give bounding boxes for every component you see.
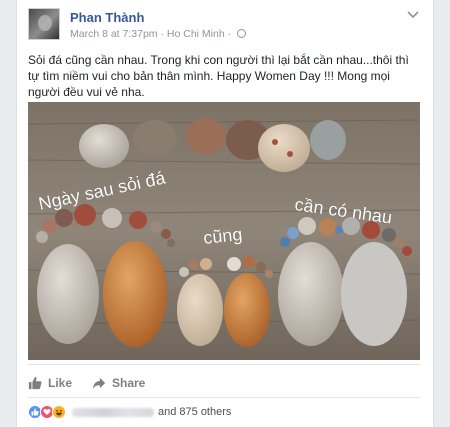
share-arrow-icon [92, 377, 106, 390]
thumbs-up-icon [28, 376, 42, 390]
divider [28, 364, 420, 365]
blurred-names [72, 407, 154, 417]
meta-separator: · [160, 28, 164, 40]
author-name[interactable]: Phan Thành [70, 10, 144, 25]
post-meta: March 8 at 7:37pm · Ho Chi Minh · [70, 28, 247, 40]
meta-separator: · [227, 28, 232, 40]
reactions-summary[interactable]: and 875 others [28, 403, 231, 421]
globe-icon[interactable] [237, 29, 247, 38]
like-label: Like [48, 376, 73, 390]
share-label: Share [112, 376, 146, 390]
reaction-count[interactable]: and 875 others [158, 406, 231, 418]
share-button[interactable]: Share [92, 372, 145, 394]
post-header: Phan Thành March 8 at 7:37pm · Ho Chi Mi… [28, 8, 424, 42]
haha-reaction-icon [52, 405, 66, 419]
avatar[interactable] [28, 8, 60, 40]
chevron-down-icon[interactable] [406, 10, 420, 22]
post-card: Phan Thành March 8 at 7:37pm · Ho Chi Mi… [16, 0, 434, 427]
like-button[interactable]: Like [28, 372, 72, 394]
post-location[interactable]: Ho Chi Minh [167, 28, 225, 40]
post-photo[interactable]: Ngày sau sỏi đá cũng cần có nhau [28, 102, 420, 360]
post-text: Sỏi đá cũng cần nhau. Trong khi con ngườ… [28, 53, 409, 99]
post-date[interactable]: March 8 at 7:37pm [70, 28, 158, 40]
divider [28, 397, 420, 398]
action-bar: Like Share [28, 372, 420, 394]
photo-caption-middle: cũng [202, 224, 243, 248]
